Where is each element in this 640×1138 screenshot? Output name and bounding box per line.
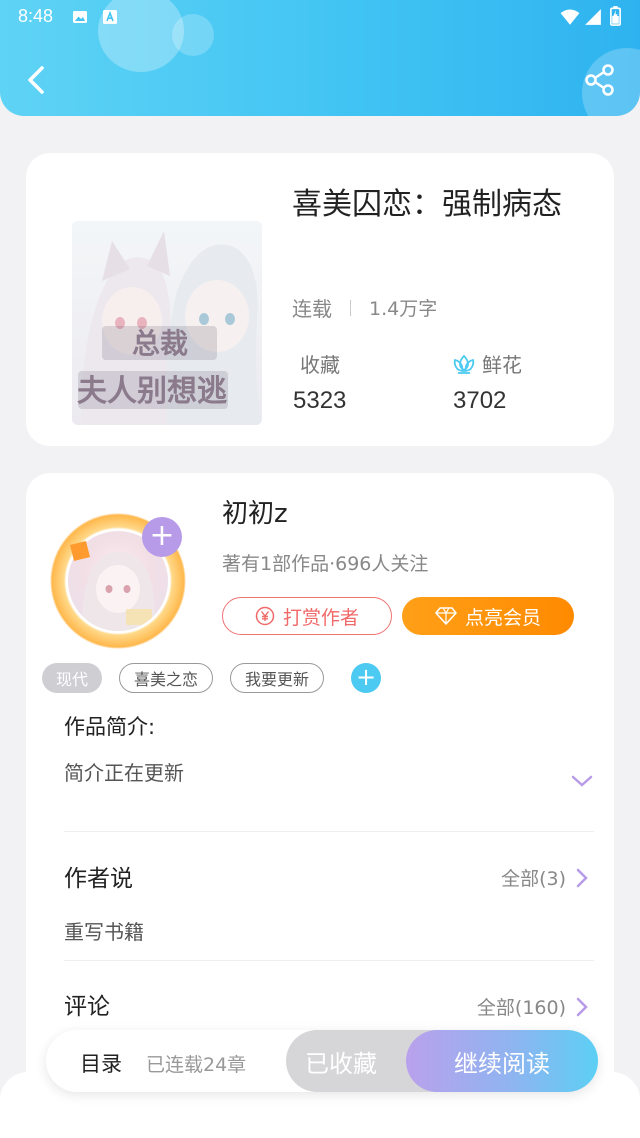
author-says-text: 重写书籍 [64, 920, 144, 944]
svg-text:夫人别想逃: 夫人别想逃 [77, 374, 227, 409]
author-says-title: 作者说 [64, 866, 133, 892]
comments-title: 评论 [64, 994, 110, 1020]
status-bar: 8:48 [0, 0, 640, 34]
image-notification-icon [73, 11, 87, 23]
wifi-icon [560, 9, 580, 25]
follow-plus-button[interactable]: + [142, 517, 182, 557]
share-icon[interactable] [582, 62, 618, 98]
divider [64, 960, 594, 961]
vip-button[interactable]: 点亮会员 [402, 597, 574, 635]
divider [64, 831, 594, 832]
chevron-down-icon[interactable] [570, 773, 594, 789]
tip-author-label: 打赏作者 [282, 606, 359, 629]
add-tag-button[interactable]: + [351, 663, 382, 693]
decorative-bag-icon [70, 541, 90, 561]
serial-info: 连载 1.4万字 [292, 293, 437, 322]
serial-status: 连载 [292, 297, 332, 321]
author-name[interactable]: 初初z [222, 493, 288, 530]
header: 8:48 [0, 0, 640, 116]
chapter-count: 已连载24章 [146, 1054, 247, 1076]
chevron-right-icon [576, 868, 588, 888]
intro-text: 简介正在更新 [64, 761, 184, 785]
diamond-icon [435, 606, 457, 626]
author-meta: 著有1部作品·696人关注 [222, 553, 429, 575]
bottom-action-bar: 目录 已连载24章 已收藏 继续阅读 [46, 1030, 598, 1092]
book-cover[interactable]: 总裁 夫人别想逃 [72, 221, 262, 425]
comments-count: 全部(160) [476, 997, 566, 1019]
cover-illustration: 总裁 夫人别想逃 [72, 221, 262, 425]
author-says-count: 全部(3) [501, 868, 566, 890]
vip-label: 点亮会员 [464, 606, 541, 629]
svg-text:总裁: 总裁 [132, 327, 188, 360]
battery-icon [610, 6, 621, 26]
tag-item[interactable]: 我要更新 [230, 663, 325, 693]
tag-item[interactable]: 现代 [42, 663, 103, 693]
collected-label: 已收藏 [305, 1049, 377, 1078]
flowers-value: 3702 [453, 387, 507, 414]
word-count: 1.4万字 [369, 298, 438, 320]
cellular-signal-icon [585, 9, 601, 25]
flowers-label: 鲜花 [482, 353, 522, 377]
yen-icon [255, 606, 275, 626]
book-info-card: 总裁 夫人别想逃 喜美囚恋：强制病态 连载 1.4万字 收藏 鲜花 5323 3… [26, 153, 614, 446]
continue-reading-label: 继续阅读 [454, 1049, 550, 1078]
author-says-more-link[interactable]: 全部(3) [501, 864, 588, 891]
tip-author-button[interactable]: 打赏作者 [222, 597, 392, 635]
continue-reading-button[interactable]: 继续阅读 [406, 1030, 598, 1092]
tag-item[interactable]: 喜美之恋 [119, 663, 214, 693]
status-time: 8:48 [18, 6, 54, 26]
book-title: 喜美囚恋：强制病态 [292, 187, 562, 222]
app-notification-icon [103, 10, 117, 24]
favorites-value: 5323 [293, 387, 347, 414]
divider [350, 299, 351, 316]
intro-title: 作品简介: [64, 715, 156, 739]
chevron-right-icon [576, 997, 588, 1017]
toc-button[interactable]: 目录 [80, 1048, 122, 1078]
flower-icon [453, 354, 475, 374]
flowers-label-group[interactable]: 鲜花 [452, 349, 522, 378]
comments-more-link[interactable]: 全部(160) [477, 993, 588, 1020]
back-arrow-icon[interactable] [20, 60, 52, 100]
tag-list: 现代 喜美之恋 我要更新 + [42, 662, 382, 694]
favorites-label: 收藏 [300, 353, 340, 377]
